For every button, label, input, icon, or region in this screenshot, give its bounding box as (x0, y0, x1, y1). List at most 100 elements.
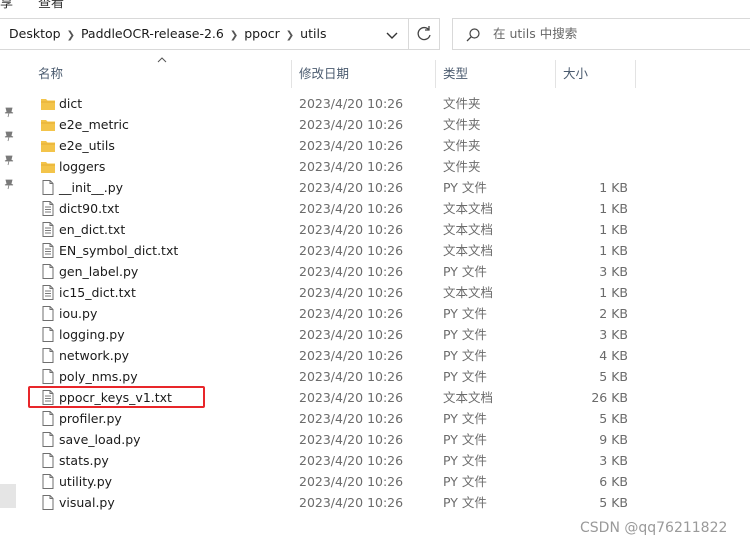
file-name: loggers (59, 159, 106, 174)
file-size: 5 KB (599, 495, 628, 510)
file-date: 2023/4/20 10:26 (299, 432, 404, 447)
file-row[interactable]: save_load.py 2023/4/20 10:26 PY 文件 9 KB (30, 429, 640, 450)
pin-icon[interactable] (3, 178, 15, 190)
breadcrumb-separator-icon[interactable]: ❯ (230, 21, 238, 51)
file-row[interactable]: logging.py 2023/4/20 10:26 PY 文件 3 KB (30, 324, 640, 345)
file-name: stats.py (59, 453, 109, 468)
file-icon (42, 453, 54, 468)
file-type: PY 文件 (443, 180, 487, 195)
file-date: 2023/4/20 10:26 (299, 453, 404, 468)
file-size: 4 KB (599, 348, 628, 363)
pin-icon[interactable] (3, 154, 15, 166)
file-row[interactable]: visual.py 2023/4/20 10:26 PY 文件 5 KB (30, 492, 640, 513)
pin-icon[interactable] (3, 130, 15, 142)
file-name: poly_nms.py (59, 369, 138, 384)
file-row[interactable]: network.py 2023/4/20 10:26 PY 文件 4 KB (30, 345, 640, 366)
file-date: 2023/4/20 10:26 (299, 411, 404, 426)
file-row[interactable]: en_dict.txt 2023/4/20 10:26 文本文档 1 KB (30, 219, 640, 240)
file-type: PY 文件 (443, 306, 487, 321)
file-type: 文本文档 (443, 201, 494, 216)
text-file-icon (42, 243, 54, 258)
file-date: 2023/4/20 10:26 (299, 201, 404, 216)
file-icon (42, 348, 54, 363)
file-size: 3 KB (599, 453, 628, 468)
pin-icon[interactable] (3, 106, 15, 118)
breadcrumb-ppocr[interactable]: ppocr (244, 19, 280, 49)
breadcrumb-separator-icon[interactable]: ❯ (286, 21, 294, 51)
file-date: 2023/4/20 10:26 (299, 117, 404, 132)
file-name: dict (59, 96, 83, 111)
highlight-box (28, 386, 205, 408)
file-date: 2023/4/20 10:26 (299, 369, 404, 384)
text-file-icon (42, 222, 54, 237)
file-date: 2023/4/20 10:26 (299, 285, 404, 300)
file-type: 文本文档 (443, 285, 494, 300)
file-icon (42, 369, 54, 384)
file-row[interactable]: iou.py 2023/4/20 10:26 PY 文件 2 KB (30, 303, 640, 324)
file-type: PY 文件 (443, 432, 487, 447)
file-row[interactable]: stats.py 2023/4/20 10:26 PY 文件 3 KB (30, 450, 640, 471)
breadcrumb-desktop[interactable]: Desktop (9, 19, 61, 49)
column-divider[interactable] (635, 60, 636, 88)
file-name: logging.py (59, 327, 125, 342)
file-row[interactable]: ic15_dict.txt 2023/4/20 10:26 文本文档 1 KB (30, 282, 640, 303)
file-name: ic15_dict.txt (59, 285, 136, 300)
file-type: PY 文件 (443, 495, 487, 510)
breadcrumb-utils[interactable]: utils (300, 19, 326, 49)
file-type: PY 文件 (443, 327, 487, 342)
file-name: __init__.py (59, 180, 124, 195)
file-row[interactable]: utility.py 2023/4/20 10:26 PY 文件 6 KB (30, 471, 640, 492)
file-name: dict90.txt (59, 201, 120, 216)
file-date: 2023/4/20 10:26 (299, 96, 404, 111)
file-type: 文件夹 (443, 96, 481, 111)
breadcrumb-separator-icon[interactable]: ❯ (67, 21, 75, 51)
file-size: 3 KB (599, 327, 628, 342)
file-date: 2023/4/20 10:26 (299, 306, 404, 321)
menu-item-left[interactable]: 享 (0, 0, 13, 11)
column-header-size[interactable]: 大小 (555, 60, 635, 88)
file-type: PY 文件 (443, 348, 487, 363)
folder-icon (41, 120, 55, 131)
file-row[interactable]: profiler.py 2023/4/20 10:26 PY 文件 5 KB (30, 408, 640, 429)
file-size: 5 KB (599, 411, 628, 426)
file-date: 2023/4/20 10:26 (299, 138, 404, 153)
file-date: 2023/4/20 10:26 (299, 222, 404, 237)
column-header-date[interactable]: 修改日期 (291, 60, 435, 88)
chevron-down-icon[interactable] (382, 25, 402, 45)
file-date: 2023/4/20 10:26 (299, 327, 404, 342)
file-row[interactable]: gen_label.py 2023/4/20 10:26 PY 文件 3 KB (30, 261, 640, 282)
file-row[interactable]: poly_nms.py 2023/4/20 10:26 PY 文件 5 KB (30, 366, 640, 387)
file-icon (42, 180, 54, 195)
file-row[interactable]: e2e_utils 2023/4/20 10:26 文件夹 (30, 135, 640, 156)
file-size: 1 KB (599, 243, 628, 258)
refresh-button[interactable] (408, 18, 440, 50)
breadcrumb-paddleocr[interactable]: PaddleOCR-release-2.6 (81, 19, 224, 49)
file-row[interactable]: dict90.txt 2023/4/20 10:26 文本文档 1 KB (30, 198, 640, 219)
file-size: 3 KB (599, 264, 628, 279)
file-icon (42, 306, 54, 321)
file-row[interactable]: loggers 2023/4/20 10:26 文件夹 (30, 156, 640, 177)
file-size: 1 KB (599, 201, 628, 216)
file-type: PY 文件 (443, 264, 487, 279)
column-header-name[interactable]: 名称 (30, 60, 290, 88)
file-row[interactable]: __init__.py 2023/4/20 10:26 PY 文件 1 KB (30, 177, 640, 198)
file-date: 2023/4/20 10:26 (299, 495, 404, 510)
file-row[interactable]: dict 2023/4/20 10:26 文件夹 (30, 93, 640, 114)
watermark: CSDN @qq76211822 (580, 520, 728, 536)
file-date: 2023/4/20 10:26 (299, 348, 404, 363)
file-icon (42, 474, 54, 489)
file-row[interactable]: e2e_metric 2023/4/20 10:26 文件夹 (30, 114, 640, 135)
file-name: network.py (59, 348, 130, 363)
column-header-type[interactable]: 类型 (435, 60, 555, 88)
file-icon (42, 411, 54, 426)
address-bar[interactable]: Desktop ❯ PaddleOCR-release-2.6 ❯ ppocr ❯ util… (0, 18, 440, 50)
search-box[interactable]: 在 utils 中搜索 (452, 18, 750, 50)
search-placeholder[interactable]: 在 utils 中搜索 (493, 19, 577, 49)
file-size: 26 KB (591, 390, 628, 405)
breadcrumb: Desktop ❯ PaddleOCR-release-2.6 ❯ ppocr ❯ util… (9, 19, 326, 49)
menu-item-view[interactable]: 查看 (38, 0, 64, 11)
file-icon (42, 495, 54, 510)
file-name: iou.py (59, 306, 98, 321)
nav-selected-item[interactable] (0, 484, 16, 508)
file-row[interactable]: EN_symbol_dict.txt 2023/4/20 10:26 文本文档 1 K… (30, 240, 640, 261)
